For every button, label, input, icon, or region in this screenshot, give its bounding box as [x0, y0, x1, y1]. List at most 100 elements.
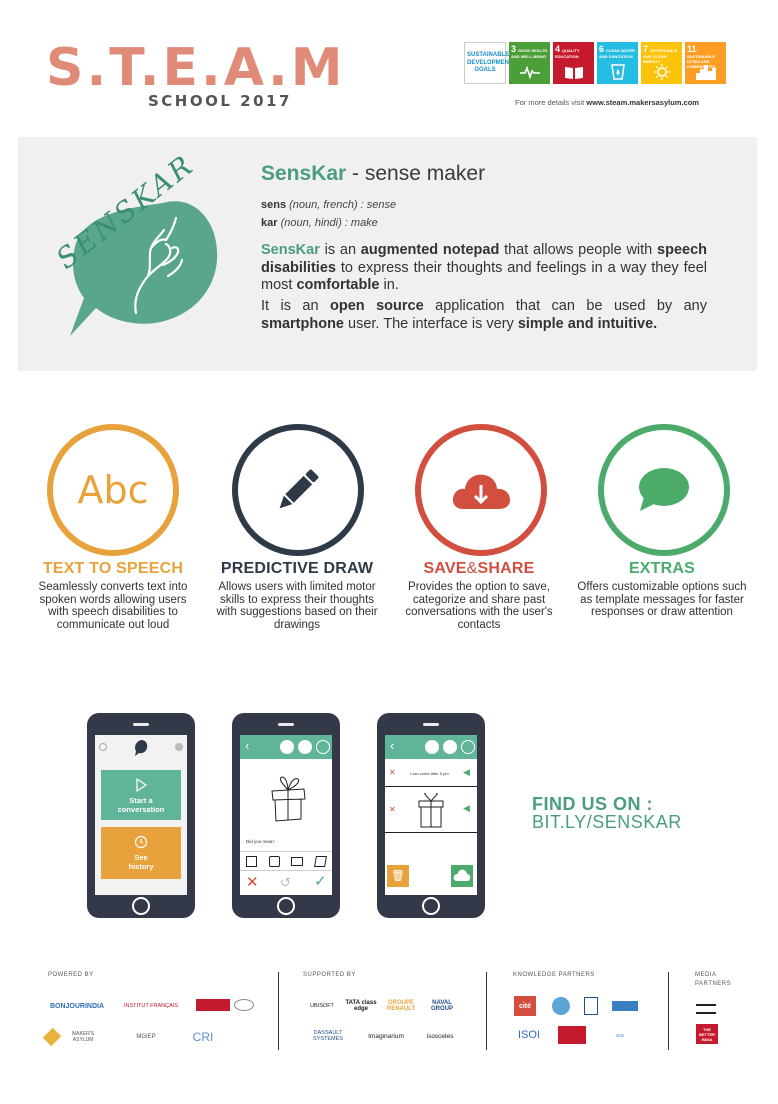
delete-icon[interactable]: ✕: [389, 805, 396, 814]
speaker-icon[interactable]: ◀: [463, 803, 470, 814]
paragraph-text: that allows people with: [499, 242, 658, 258]
def-meaning: (noun, hindi) : make: [277, 217, 378, 229]
partner-logo-emblem: [234, 999, 254, 1011]
emphasis-text: open source: [330, 298, 424, 314]
message-text: I can come after 5 pm.: [410, 771, 450, 776]
speaker-icon[interactable]: ◀: [463, 767, 470, 778]
suggestion-cube-icon[interactable]: [314, 855, 328, 867]
sdg-intro-label: SUSTAINABLE DEVELOPMENT GOALS: [467, 52, 513, 73]
share-word: SHARE: [477, 560, 535, 577]
gift-drawing: [418, 793, 444, 828]
extras-ring: [598, 424, 730, 556]
sdg-label: CLEAN WATER AND SANITATION: [599, 48, 636, 59]
confirm-icon[interactable]: ✓: [314, 874, 327, 889]
did-you-mean-label: Did you mean:: [246, 839, 276, 844]
sdg-number: 7: [643, 44, 649, 54]
delete-icon[interactable]: ✕: [389, 768, 396, 777]
partner-crest-logo: [584, 997, 598, 1015]
sdg-row: SUSTAINABLE DEVELOPMENT GOALS 3 GOOD HEAL…: [464, 42, 726, 84]
steam-subtitle: SCHOOL 2017: [148, 92, 292, 110]
predictive-draw-ring: [232, 424, 364, 556]
partner-globe-logo: [552, 997, 570, 1015]
the-better-india-logo: THE BETTER INDIA: [696, 1024, 718, 1044]
sdg-label: GOOD HEALTH AND WELL-BEING: [511, 48, 548, 59]
back-icon[interactable]: ‹: [390, 738, 394, 753]
suggestion-box-icon[interactable]: [268, 855, 280, 867]
ampersand: &: [466, 560, 478, 577]
tagline: - sense maker: [346, 162, 486, 185]
chat-icon[interactable]: [425, 740, 439, 754]
sdg-tile: 4 QUALITY EDUCATION: [553, 42, 594, 84]
emphasis-text: comfortable: [296, 277, 380, 293]
phone-speaker: [423, 723, 439, 726]
def-word: sens: [261, 199, 287, 211]
definition-kar: kar (noun, hindi) : make: [261, 217, 378, 229]
powered-by-label: POWERED BY: [48, 972, 94, 978]
start-conversation-button[interactable]: Start a conversation: [101, 770, 181, 820]
sdg-tile: 3 GOOD HEALTH AND WELL-BEING: [509, 42, 550, 84]
see-history-label: See history: [128, 853, 154, 871]
feature-title: EXTRAS: [628, 560, 696, 577]
steam-title: S.T.E.A.M: [46, 38, 346, 98]
history-item[interactable]: ✕ I can come after 5 pm. ◀: [385, 763, 477, 787]
settings-icon[interactable]: [175, 743, 183, 751]
suggestion-row: [240, 851, 332, 871]
sdg-number: 4: [555, 44, 561, 54]
phone-screen: Start a conversation See history: [95, 735, 187, 895]
sdg-number: 6: [599, 44, 605, 54]
phone-mockup-history: ‹ ✕ I can come after 5 pm. ◀ ✕ ◀ 🗑: [377, 713, 485, 918]
emphasis-text: simple and intuitive.: [517, 315, 658, 332]
footer-divider: [486, 972, 487, 1050]
feature-title: TEXT TO SPEECH: [42, 560, 184, 577]
media-label-2: PARTNERS: [695, 981, 732, 987]
class-edge-logo: TATA class edge: [345, 1000, 377, 1012]
footer-divider: [278, 972, 279, 1050]
suggestion-gift-icon[interactable]: [245, 855, 257, 867]
more-icon[interactable]: [298, 740, 312, 754]
naval-group-logo: NAVAL GROUP: [430, 1000, 453, 1012]
upload-button[interactable]: [451, 865, 473, 887]
isoi-logo: ISOI: [517, 1029, 540, 1041]
emphasis-text: smartphone: [261, 315, 344, 332]
find-us-url[interactable]: BIT.LY/SENSKAR: [532, 812, 682, 833]
history-item[interactable]: ✕ ◀: [385, 789, 477, 833]
chat-bubble-icon: [639, 468, 689, 511]
pen-icon[interactable]: [461, 740, 475, 754]
ubisoft-logo: UBISOFT: [310, 1003, 334, 1009]
phone-mockup-home: Start a conversation See history: [87, 713, 195, 918]
brand-name: SensKar: [261, 242, 320, 258]
details-url[interactable]: www.steam.makersasylum.com: [586, 98, 699, 107]
back-icon[interactable]: ‹: [245, 738, 249, 753]
cri-logo: CRI: [192, 1030, 214, 1044]
knowledge-partners-label: KNOWLEDGE PARTNERS: [513, 972, 595, 978]
see-history-button[interactable]: See history: [101, 827, 181, 879]
suggestion-chest-icon[interactable]: [291, 856, 304, 866]
feature-desc: Allows users with limited motor skills t…: [216, 581, 378, 631]
undo-icon[interactable]: ↺: [280, 876, 291, 889]
def-meaning: (noun, french) : sense: [286, 199, 397, 211]
feature-desc: Seamlessly converts text into spoken wor…: [38, 581, 188, 631]
discard-icon[interactable]: ✕: [246, 875, 259, 890]
partner-red-block-logo: [558, 1026, 586, 1044]
renault-logo: GROUPE RENAULT: [386, 1000, 416, 1012]
senskar-bubble-logo: SENSKAR: [50, 148, 218, 336]
details-line: For more details visit www.steam.makersa…: [515, 98, 699, 107]
sdg-number: 3: [511, 44, 517, 54]
sdg-intro-tile: SUSTAINABLE DEVELOPMENT GOALS: [464, 42, 513, 84]
phone-mockup-draw: ‹ Did you mean: ✕ ↺ ✓: [232, 713, 340, 918]
trash-button[interactable]: 🗑: [387, 865, 409, 887]
footer-divider: [668, 972, 669, 1050]
phone-speaker: [278, 723, 294, 726]
chat-icon[interactable]: [280, 740, 294, 754]
pen-icon[interactable]: [316, 740, 330, 754]
more-icon[interactable]: [443, 740, 457, 754]
paragraph-text: user. The interface is very: [344, 315, 518, 332]
sdg-label: AFFORDABLE AND CLEAN ENERGY: [643, 48, 678, 64]
info-icon[interactable]: [99, 743, 107, 751]
dassault-logo: DASSAULT SYSTEMES: [313, 1030, 343, 1042]
partner-logo-red: [196, 999, 230, 1011]
start-conversation-label: Start a conversation: [117, 796, 165, 814]
city-icon: [696, 65, 716, 80]
text-to-speech-ring: Abc: [47, 424, 179, 556]
sdg-number: 11: [687, 44, 697, 54]
